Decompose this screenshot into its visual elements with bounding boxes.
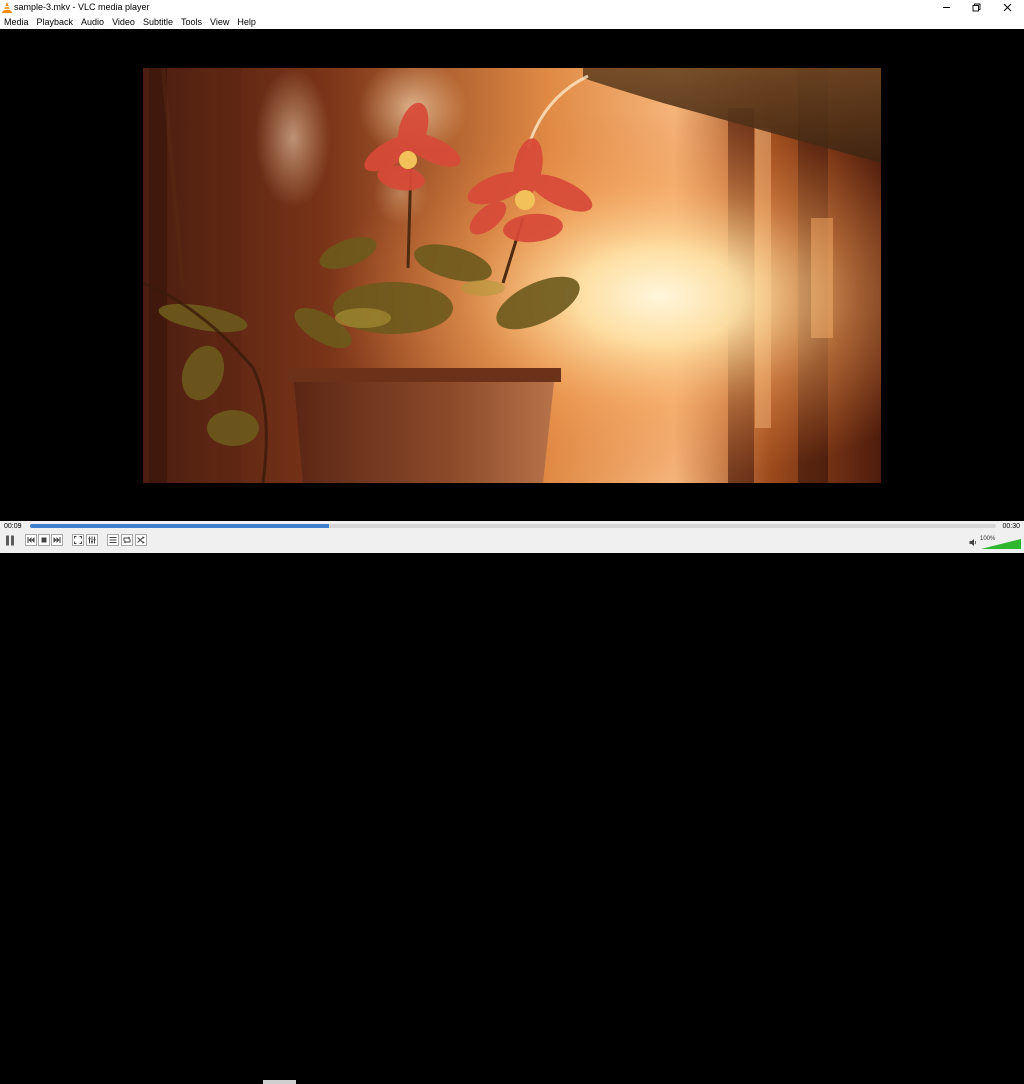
stop-icon <box>41 537 47 543</box>
loop-button[interactable] <box>121 534 133 546</box>
title-bar: sample-3.mkv - VLC media player <box>0 0 1024 15</box>
menu-media[interactable]: Media <box>0 15 33 29</box>
menu-playback[interactable]: Playback <box>33 15 78 29</box>
volume-level <box>981 539 1021 549</box>
speaker-icon[interactable] <box>969 538 978 547</box>
previous-icon <box>27 537 35 543</box>
elapsed-time[interactable]: 00:09 <box>4 522 22 531</box>
pause-icon <box>6 535 14 546</box>
playlist-icon <box>109 537 117 543</box>
menu-tools[interactable]: Tools <box>177 15 206 29</box>
extended-settings-icon <box>88 536 96 544</box>
video-area[interactable] <box>0 29 1024 521</box>
window-title: sample-3.mkv - VLC media player <box>14 2 150 12</box>
vlc-cone-icon <box>2 2 12 13</box>
fullscreen-icon <box>74 536 82 544</box>
close-icon <box>1003 3 1011 12</box>
seek-bar[interactable] <box>30 524 996 528</box>
shuffle-icon <box>137 536 145 544</box>
menu-help[interactable]: Help <box>233 15 260 29</box>
minimize-icon <box>942 7 950 8</box>
seek-area: 00:09 00:30 <box>0 521 1024 531</box>
control-bar: 100% <box>0 531 1024 1084</box>
next-button[interactable] <box>51 534 63 546</box>
menu-audio[interactable]: Audio <box>77 15 108 29</box>
menu-subtitle[interactable]: Subtitle <box>139 15 177 29</box>
minimize-button[interactable] <box>931 0 961 15</box>
total-time[interactable]: 00:30 <box>1002 522 1020 531</box>
shuffle-button[interactable] <box>135 534 147 546</box>
volume-slider[interactable] <box>981 539 1021 549</box>
playlist-button[interactable] <box>107 534 119 546</box>
previous-button[interactable] <box>25 534 37 546</box>
menu-bar: Media Playback Audio Video Subtitle Tool… <box>0 15 1024 29</box>
seek-bar-progress <box>30 524 330 528</box>
stop-button[interactable] <box>38 534 50 546</box>
fullscreen-button[interactable] <box>72 534 84 546</box>
extended-settings-button[interactable] <box>86 534 98 546</box>
close-button[interactable] <box>992 0 1022 15</box>
next-icon <box>53 537 61 543</box>
control-bar-grip <box>263 1080 296 1084</box>
restore-icon <box>972 3 980 12</box>
loop-icon <box>123 536 131 544</box>
menu-view[interactable]: View <box>206 15 233 29</box>
restore-button[interactable] <box>961 0 991 15</box>
menu-video[interactable]: Video <box>108 15 139 29</box>
video-frame <box>143 68 881 483</box>
pause-button[interactable] <box>3 533 17 548</box>
